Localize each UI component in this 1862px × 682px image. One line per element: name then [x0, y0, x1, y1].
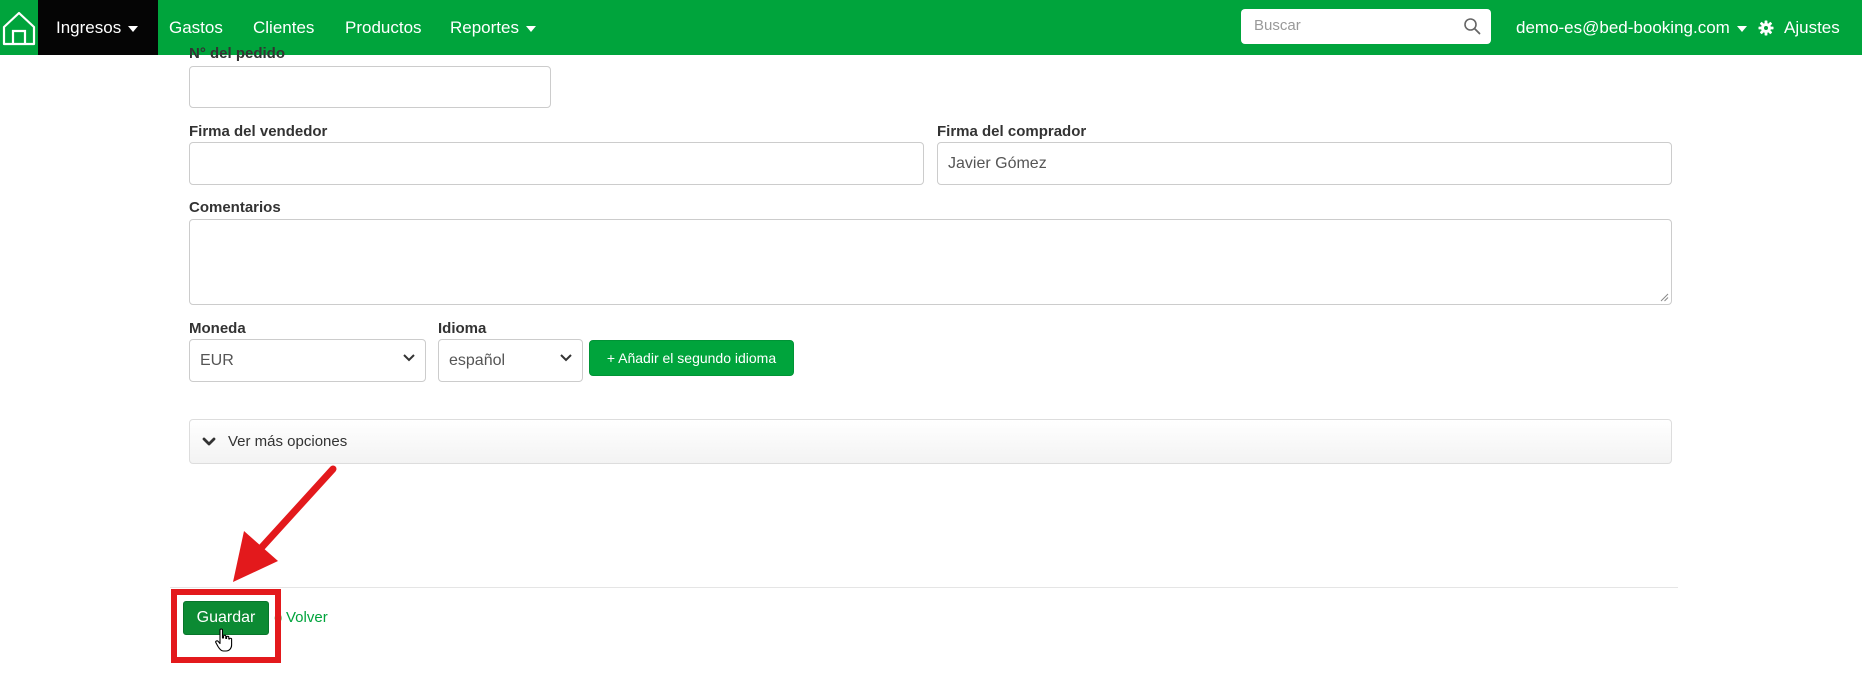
seller-signature-input[interactable] — [189, 142, 924, 185]
nav-item-label: Clientes — [253, 17, 315, 37]
add-second-language-button[interactable]: + Añadir el segundo idioma — [589, 340, 794, 376]
search-icon[interactable] — [1463, 17, 1481, 35]
order-number-label: N° del pedido — [189, 45, 285, 62]
chevron-down-icon — [403, 354, 415, 362]
user-email: demo-es@bed-booking.com — [1516, 17, 1730, 37]
hand-cursor-icon — [215, 628, 233, 652]
caret-down-icon — [525, 25, 536, 32]
currency-select[interactable]: EUR — [189, 339, 426, 382]
buyer-signature-label: Firma del comprador — [937, 123, 1087, 140]
comments-textarea[interactable] — [189, 219, 1672, 305]
caret-down-icon — [1736, 25, 1747, 32]
language-label: Idioma — [438, 320, 487, 337]
settings-menu[interactable]: Ajustes — [1758, 0, 1840, 55]
resize-handle-icon[interactable] — [1659, 292, 1669, 302]
home-icon[interactable] — [0, 0, 38, 55]
currency-label: Moneda — [189, 320, 246, 337]
order-number-input[interactable] — [189, 66, 551, 108]
comments-label: Comentarios — [189, 199, 281, 216]
caret-down-icon — [128, 25, 139, 32]
nav-item-ingresos[interactable]: Ingresos — [38, 0, 159, 55]
language-value: español — [449, 351, 506, 369]
search-box — [1241, 9, 1491, 44]
language-select[interactable]: español — [438, 339, 583, 382]
nav-item-label: Productos — [345, 17, 422, 37]
more-options-label: Ver más opciones — [228, 433, 348, 450]
footer-divider — [170, 587, 1678, 588]
nav-item-reportes[interactable]: Reportes — [450, 0, 536, 55]
buyer-signature-input[interactable] — [937, 142, 1672, 185]
gear-icon — [1758, 20, 1774, 35]
currency-value: EUR — [200, 351, 234, 369]
nav-item-label: Gastos — [169, 17, 223, 37]
search-input[interactable] — [1241, 9, 1454, 42]
seller-signature-label: Firma del vendedor — [189, 123, 328, 140]
nav-item-productos[interactable]: Productos — [345, 0, 422, 55]
chevron-down-icon — [202, 437, 216, 445]
user-menu[interactable]: demo-es@bed-booking.com — [1516, 0, 1747, 55]
chevron-down-icon — [560, 354, 572, 362]
nav-item-label: Reportes — [450, 17, 519, 37]
nav-item-label: Ingresos — [56, 17, 122, 37]
more-options-toggle[interactable]: Ver más opciones — [189, 419, 1672, 464]
settings-label: Ajustes — [1784, 17, 1840, 37]
back-link[interactable]: Volver — [286, 609, 328, 626]
